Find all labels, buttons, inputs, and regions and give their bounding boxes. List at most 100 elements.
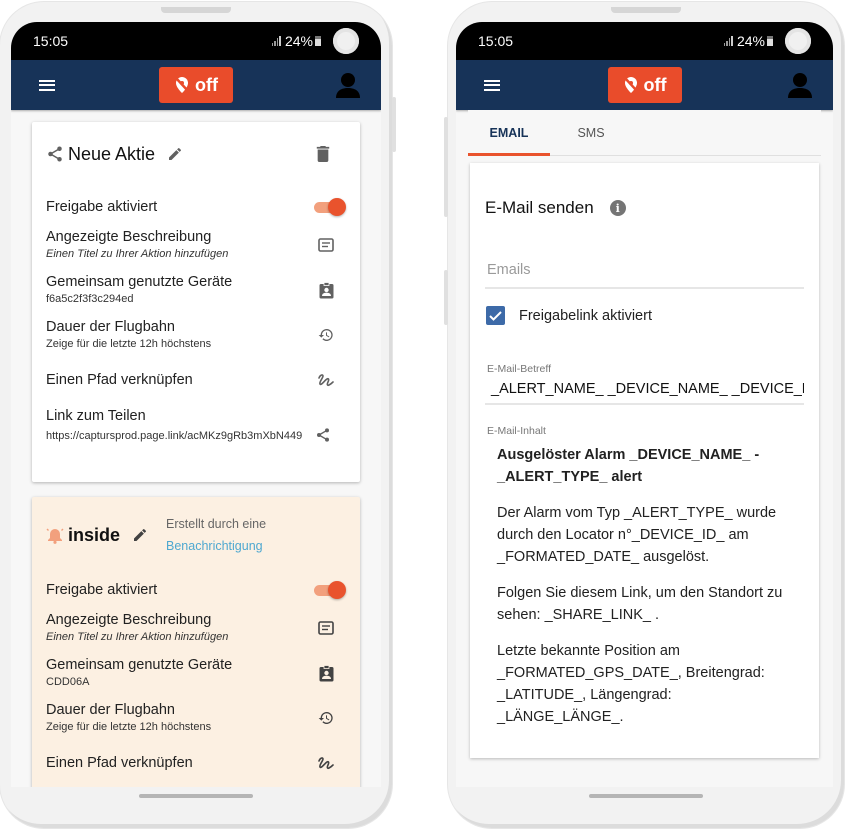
account-avatar-icon[interactable]	[335, 71, 361, 99]
home-indicator[interactable]	[139, 794, 253, 798]
screen-left: 15:05 24% off Neue Aktie Freigabe aktivi…	[11, 22, 381, 787]
row-label: Gemeinsam genutzte Geräte	[46, 657, 233, 673]
tracking-off-button[interactable]: off	[607, 67, 682, 103]
list-item[interactable]: Angezeigte Beschreibung Einen Titel zu Ih…	[46, 611, 346, 645]
list-item[interactable]: Einen Pfad verknüpfen	[46, 754, 346, 772]
status-bar: 15:05 24%	[456, 22, 833, 60]
row-label: Einen Pfad verknüpfen	[46, 755, 193, 771]
delete-button[interactable]	[316, 146, 330, 162]
row-sub: Einen Titel zu Ihrer Aktion hinzufügen	[46, 631, 229, 643]
share-icon	[48, 146, 62, 162]
row-label: Angezeigte Beschreibung	[46, 612, 212, 628]
account-avatar-icon[interactable]	[787, 71, 813, 99]
subject-icon	[318, 238, 334, 252]
front-camera	[785, 28, 811, 54]
phone-frame-left: 15:05 24% off Neue Aktie Freigabe aktivi…	[0, 2, 396, 828]
speaker-grille	[161, 7, 231, 13]
emails-input[interactable]	[485, 253, 804, 287]
history-icon	[318, 712, 333, 724]
emails-field	[485, 253, 804, 289]
subject-icon	[318, 621, 334, 635]
battery-level: 24%	[736, 33, 765, 49]
phone-frame-right: 15:05 24% off EMAIL SMS E-Mail senden i	[444, 2, 844, 828]
status-time: 15:05	[478, 33, 514, 49]
home-indicator[interactable]	[589, 794, 703, 798]
pencil-icon	[169, 147, 182, 160]
share-link-checkbox-row[interactable]: Freigabelink aktiviert	[486, 306, 652, 325]
side-button	[444, 117, 448, 217]
menu-icon[interactable]	[39, 79, 55, 91]
row-sub: Einen Titel zu Ihrer Aktion hinzufügen	[46, 248, 229, 260]
row-label: Dauer der Flugbahn	[46, 702, 175, 718]
share-link-checkbox-label: Freigabelink aktiviert	[519, 307, 652, 324]
screen-right: 15:05 24% off EMAIL SMS E-Mail senden i	[456, 22, 833, 787]
share-link-url[interactable]: https://captursprod.page.link/acMKz9gRb3…	[46, 428, 311, 444]
history-icon	[318, 329, 333, 341]
gesture-icon	[318, 374, 334, 387]
email-content-paragraph: Der Alarm vom Typ _ALERT_TYPE_ wurde dur…	[497, 505, 777, 565]
created-by: Erstellt durch eine Benachrichtigung	[166, 513, 266, 557]
send-email-card: E-Mail senden i Freigabelink aktiviert E…	[470, 163, 819, 758]
list-item[interactable]: Angezeigte Beschreibung Einen Titel zu Ih…	[46, 228, 346, 262]
list-item[interactable]: Gemeinsam genutzte Geräte f6a5c2f3f3c294e…	[46, 273, 346, 307]
signal-icon	[271, 36, 281, 46]
row-sub: Zeige für die letzte 12h höchstens	[46, 721, 212, 733]
row-sub: Zeige für die letzte 12h höchstens	[46, 338, 212, 350]
list-item[interactable]: Gemeinsam genutzte Geräte CDD06A	[46, 656, 346, 690]
sharing-enabled-toggle[interactable]	[314, 197, 346, 217]
signal-icon	[723, 36, 733, 46]
row-label: Gemeinsam genutzte Geräte	[46, 274, 233, 290]
card-title: inside	[68, 524, 121, 545]
menu-icon[interactable]	[484, 79, 500, 91]
battery-icon	[767, 36, 773, 46]
share-card-inside: inside Erstellt durch eine Benachrichtig…	[32, 497, 360, 787]
pencil-icon	[134, 528, 147, 541]
tracking-off-button[interactable]: off	[159, 67, 233, 103]
battery-icon	[315, 36, 321, 46]
location-off-icon	[623, 77, 638, 93]
gesture-icon	[318, 757, 334, 770]
email-content-title: Ausgelöster Alarm _DEVICE_NAME_ - _ALERT…	[497, 447, 760, 485]
battery-level: 24%	[284, 33, 313, 49]
sharing-enabled-row: Freigabe aktiviert	[46, 579, 346, 601]
edit-title-button[interactable]	[132, 527, 148, 543]
sharing-enabled-label: Freigabe aktiviert	[46, 199, 158, 215]
row-sub: f6a5c2f3f3c294ed	[46, 293, 134, 305]
content-label: E-Mail-Inhalt	[487, 425, 546, 437]
app-bar: off	[456, 60, 833, 110]
tracking-off-label: off	[643, 74, 667, 95]
edit-title-button[interactable]	[167, 146, 183, 162]
status-bar: 15:05 24%	[11, 22, 381, 60]
row-label: Einen Pfad verknüpfen	[46, 372, 193, 388]
row-sub: CDD06A	[46, 676, 90, 688]
tab-bar: EMAIL SMS	[468, 110, 821, 156]
tab-sms[interactable]: SMS	[550, 110, 632, 155]
front-camera	[333, 28, 359, 54]
info-icon[interactable]: i	[609, 200, 626, 216]
tab-email[interactable]: EMAIL	[468, 110, 550, 156]
list-item[interactable]: Dauer der Flugbahn Zeige für die letzte 1…	[46, 701, 346, 735]
share-card-neue-aktie: Neue Aktie Freigabe aktiviert Angezeigte…	[32, 122, 360, 482]
notification-link[interactable]: Benachrichtigung	[166, 535, 266, 557]
list-item[interactable]: Dauer der Flugbahn Zeige für die letzte 1…	[46, 318, 346, 352]
created-by-text: Erstellt durch eine	[166, 517, 267, 531]
section-title: E-Mail senden	[485, 198, 594, 217]
card-header: inside Erstellt durch eine Benachrichtig…	[32, 497, 360, 573]
card-title: Neue Aktie	[68, 143, 156, 164]
subject-label: E-Mail-Betreff	[487, 363, 551, 375]
share-link-checkbox[interactable]	[486, 306, 505, 325]
side-button	[392, 97, 396, 152]
row-label: Link zum Teilen	[46, 408, 146, 424]
card-header: Neue Aktie	[32, 122, 360, 186]
sharing-enabled-row: Freigabe aktiviert	[46, 196, 346, 218]
email-content-paragraph: Folgen Sie diesem Link, um den Standort …	[497, 585, 783, 623]
list-item[interactable]: Link zum Teilen https://captursprod.page.…	[46, 407, 346, 444]
share-icon[interactable]	[315, 427, 331, 443]
sharing-enabled-toggle[interactable]	[314, 580, 346, 600]
list-item[interactable]: Einen Pfad verknüpfen	[46, 371, 346, 389]
send-email-heading: E-Mail senden i	[485, 198, 626, 218]
email-content[interactable]: Ausgelöster Alarm _DEVICE_NAME_ - _ALERT…	[497, 444, 799, 742]
speaker-grille	[611, 7, 681, 13]
sharing-enabled-label: Freigabe aktiviert	[46, 582, 158, 598]
subject-input[interactable]: _ALERT_NAME_ _DEVICE_NAME_ _DEVICE_NAME_	[485, 381, 804, 405]
